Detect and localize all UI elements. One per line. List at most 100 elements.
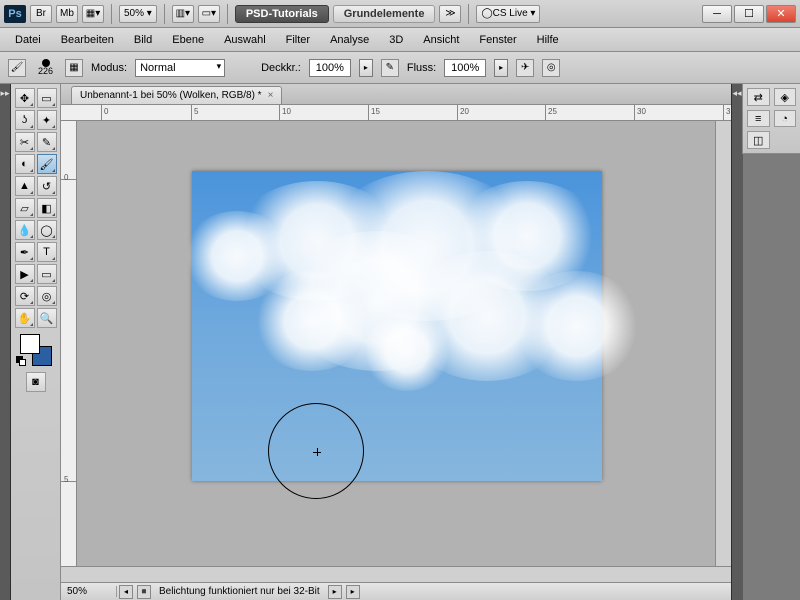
brush-cursor — [268, 403, 364, 499]
quick-mask-toggle[interactable]: ◙ — [26, 372, 46, 392]
tool-preset-picker[interactable]: 🖌 — [8, 59, 26, 77]
app-logo: Ps — [4, 5, 26, 23]
history-panel-icon[interactable]: ≡ — [747, 110, 770, 127]
pen-tool[interactable]: ✒ — [15, 242, 35, 262]
status-menu-button[interactable]: ▸ — [346, 585, 360, 599]
paths-panel-icon[interactable]: ◫ — [747, 131, 770, 149]
window-maximize-button[interactable]: ☐ — [734, 5, 764, 23]
close-tab-icon[interactable]: × — [268, 90, 274, 101]
status-zoom[interactable]: 50% — [61, 586, 117, 597]
tool-options-bar: 🖌 226 ▦ Modus: Normal Deckkr.: 100% ▸ ✎ … — [0, 52, 800, 84]
tablet-size-toggle[interactable]: ◎ — [542, 59, 560, 77]
canvas-viewport[interactable] — [77, 121, 715, 566]
brush-preset-picker[interactable]: 226 — [34, 59, 57, 76]
color-swatches[interactable] — [20, 334, 52, 366]
opacity-label: Deckkr.: — [261, 62, 301, 74]
menu-filter[interactable]: Filter — [277, 31, 319, 49]
crop-tool[interactable]: ✂ — [15, 132, 35, 152]
menu-bearbeiten[interactable]: Bearbeiten — [52, 31, 123, 49]
menu-3d[interactable]: 3D — [380, 31, 412, 49]
menu-auswahl[interactable]: Auswahl — [215, 31, 275, 49]
status-stop-button[interactable]: ◾ — [137, 585, 151, 599]
dodge-tool[interactable]: ◯ — [37, 220, 57, 240]
horizontal-scrollbar[interactable] — [61, 566, 731, 582]
workspace-secondary[interactable]: Grundelemente — [333, 5, 436, 23]
blend-mode-dropdown[interactable]: Normal — [135, 59, 225, 77]
brush-tool[interactable]: 🖌 — [37, 154, 57, 174]
ruler-vertical[interactable]: 505 — [61, 121, 77, 566]
flow-field[interactable]: 100% — [444, 59, 486, 77]
minibridge-button[interactable]: Mb — [56, 5, 78, 23]
history-brush-tool[interactable]: ↺ — [37, 176, 57, 196]
shape-tool[interactable]: ▭ — [37, 264, 57, 284]
app-titlebar: Ps Br Mb ▦▾ 50% ▾ ▥▾ ▭▾ PSD-Tutorials Gr… — [0, 0, 800, 28]
vertical-scrollbar[interactable] — [715, 121, 731, 566]
menu-ansicht[interactable]: Ansicht — [414, 31, 468, 49]
adjustments-panel-icon[interactable]: ⇄ — [747, 88, 770, 106]
flow-label: Fluss: — [407, 62, 436, 74]
menu-analyse[interactable]: Analyse — [321, 31, 378, 49]
panel-collapsed-body — [742, 154, 800, 600]
status-bar: 50% ◂ ◾ Belichtung funktioniert nur bei … — [61, 582, 731, 600]
marquee-tool[interactable]: ▭ — [37, 88, 57, 108]
window-controls: ─ ☐ ✕ — [702, 5, 796, 23]
opacity-stepper[interactable]: ▸ — [359, 59, 373, 77]
eyedropper-tool[interactable]: ✎ — [37, 132, 57, 152]
status-message: Belichtung funktioniert nur bei 32-Bit — [153, 586, 326, 597]
left-dock-collapse[interactable]: ▸▸ — [0, 84, 11, 600]
opacity-field[interactable]: 100% — [309, 59, 351, 77]
layers-panel-icon[interactable]: ◈ — [774, 88, 797, 106]
chevron-left-icon: ◂◂ — [732, 88, 741, 600]
gradient-tool[interactable]: ◧ — [37, 198, 57, 218]
menu-ebene[interactable]: Ebene — [163, 31, 213, 49]
zoom-tool[interactable]: 🔍 — [37, 308, 57, 328]
document-tab-bar: Unbenannt-1 bei 50% (Wolken, RGB/8) * × — [61, 84, 731, 105]
brush-panel-toggle[interactable]: ▦ — [65, 59, 83, 77]
airbrush-toggle[interactable]: ✈ — [516, 59, 534, 77]
3d-camera-tool[interactable]: ◎ — [37, 286, 57, 306]
3d-rotate-tool[interactable]: ⟳ — [15, 286, 35, 306]
right-dock-collapse[interactable]: ◂◂ — [731, 84, 742, 600]
work-area: ▸▸ ✥ ▭ ʖ ✦ ✂ ✎ ◐ 🖌 ▲ ↺ ▱ ◧ 💧 ◯ ✒ T ▶ ▭ ⟳… — [0, 84, 800, 600]
tablet-opacity-toggle[interactable]: ✎ — [381, 59, 399, 77]
mode-label: Modus: — [91, 62, 127, 74]
menu-bild[interactable]: Bild — [125, 31, 161, 49]
cs-live-button[interactable]: ◯ CS Live ▾ — [476, 5, 540, 23]
move-tool[interactable]: ✥ — [15, 88, 35, 108]
zoom-level-value: 50% — [124, 8, 144, 19]
clone-stamp-tool[interactable]: ▲ — [15, 176, 35, 196]
document-area: Unbenannt-1 bei 50% (Wolken, RGB/8) * × … — [61, 84, 731, 600]
workspace-more-button[interactable]: ≫ — [439, 5, 461, 23]
view-extras-button[interactable]: ▦▾ — [82, 5, 104, 23]
healing-brush-tool[interactable]: ◐ — [15, 154, 35, 174]
type-tool[interactable]: T — [37, 242, 57, 262]
window-close-button[interactable]: ✕ — [766, 5, 796, 23]
panel-icon-strip: ⇄ ◈ ≡ ◔ ◫ — [742, 84, 800, 154]
zoom-level-dropdown[interactable]: 50% ▾ — [119, 5, 157, 23]
brush-size-label: 226 — [38, 66, 53, 76]
document-canvas[interactable] — [192, 171, 602, 481]
menu-datei[interactable]: Datei — [6, 31, 50, 49]
magic-wand-tool[interactable]: ✦ — [37, 110, 57, 130]
document-tab[interactable]: Unbenannt-1 bei 50% (Wolken, RGB/8) * × — [71, 86, 282, 104]
document-tab-title: Unbenannt-1 bei 50% (Wolken, RGB/8) * — [80, 90, 262, 101]
hand-tool[interactable]: ✋ — [15, 308, 35, 328]
menu-fenster[interactable]: Fenster — [470, 31, 525, 49]
ruler-horizontal[interactable]: 505101520253035 — [61, 105, 731, 121]
workspace-primary[interactable]: PSD-Tutorials — [235, 5, 329, 23]
status-prev-button[interactable]: ◂ — [119, 585, 133, 599]
menu-hilfe[interactable]: Hilfe — [528, 31, 568, 49]
screen-mode-button[interactable]: ▭▾ — [198, 5, 220, 23]
channels-panel-icon[interactable]: ◔ — [774, 110, 797, 127]
flow-stepper[interactable]: ▸ — [494, 59, 508, 77]
arrange-documents-button[interactable]: ▥▾ — [172, 5, 194, 23]
window-minimize-button[interactable]: ─ — [702, 5, 732, 23]
lasso-tool[interactable]: ʖ — [15, 110, 35, 130]
path-selection-tool[interactable]: ▶ — [15, 264, 35, 284]
default-colors-button[interactable] — [16, 356, 26, 366]
eraser-tool[interactable]: ▱ — [15, 198, 35, 218]
status-next-button[interactable]: ▸ — [328, 585, 342, 599]
blur-tool[interactable]: 💧 — [15, 220, 35, 240]
bridge-button[interactable]: Br — [30, 5, 52, 23]
foreground-color-swatch[interactable] — [20, 334, 40, 354]
